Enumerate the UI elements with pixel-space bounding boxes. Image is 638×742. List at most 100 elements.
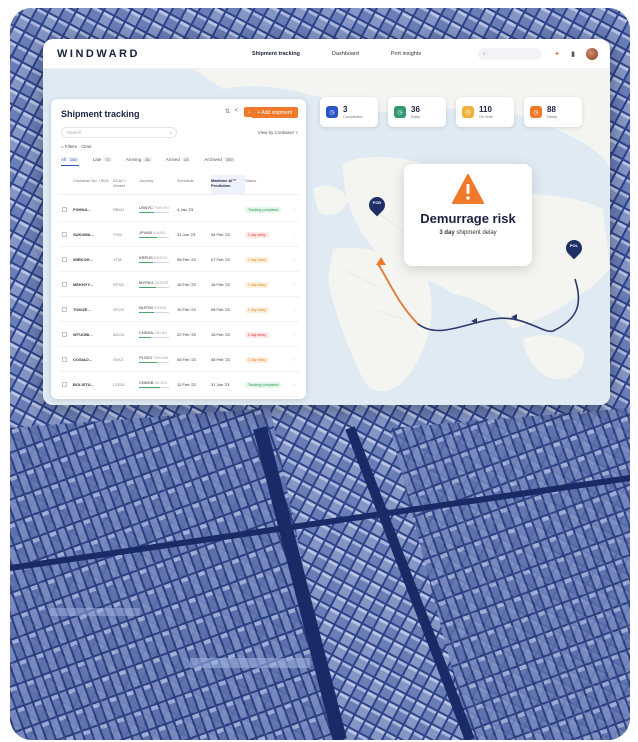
journey-progress-bar bbox=[139, 311, 169, 314]
schedule: 22 Feb '23 bbox=[177, 331, 196, 337]
table-row[interactable]: COSIAO... OOCI PLGDY DEHAM 05 Feb '23 08 Feb… bbox=[59, 347, 299, 372]
search-icon: ⌕ bbox=[169, 130, 172, 135]
chevron-right-icon[interactable]: › bbox=[294, 207, 295, 212]
container-number: BOLISTU... bbox=[73, 381, 94, 387]
status-badge: 1 day delay bbox=[245, 306, 269, 313]
table-row[interactable]: SUKUMA... YYM JPUKB AUMEL 31 Jan '23 04 Feb … bbox=[59, 222, 299, 247]
stat-delay[interactable]: ◷ 88 Delay bbox=[524, 97, 582, 127]
prediction: 07 Feb '23 bbox=[211, 256, 230, 262]
notification-icon[interactable]: ✦ bbox=[552, 49, 562, 59]
filter-settings-icon[interactable]: ⇅ bbox=[225, 108, 230, 115]
tab-late[interactable]: Late 71 bbox=[93, 157, 112, 166]
journey-progress-bar bbox=[139, 211, 169, 214]
scac: OOCI bbox=[113, 356, 124, 362]
row-checkbox[interactable] bbox=[62, 281, 67, 287]
windward-logo: WINDWARD bbox=[57, 47, 140, 60]
main-nav: Shipment tracking Dashboard Port insight… bbox=[252, 51, 421, 57]
tab-all[interactable]: All 160 bbox=[61, 157, 79, 166]
journey-progress-bar bbox=[139, 261, 169, 264]
row-checkbox[interactable] bbox=[62, 306, 67, 312]
journey-progress-bar bbox=[139, 361, 169, 364]
warning-icon bbox=[452, 174, 484, 204]
table-row[interactable]: MEKHYY... STSD MYPKG ZADUR 16 Feb '23 18 Feb… bbox=[59, 272, 299, 297]
clock-icon: ◷ bbox=[326, 106, 338, 118]
scac: ACCU bbox=[113, 331, 125, 337]
journey: JPUKB AUMEL bbox=[139, 230, 177, 239]
global-search-input[interactable]: ⌕ bbox=[478, 47, 542, 60]
add-shipment-button[interactable]: + Add shipment bbox=[251, 107, 298, 118]
prediction: 04 Feb '23 bbox=[211, 231, 230, 237]
chevron-right-icon[interactable]: › bbox=[294, 257, 295, 262]
chevron-right-icon[interactable]: › bbox=[294, 357, 295, 362]
table-row[interactable]: BOLISTU... COSU CNNGB AEJEA 12 Feb '23 31 Ja… bbox=[59, 372, 299, 397]
share-icon[interactable]: < bbox=[234, 108, 238, 114]
row-checkbox[interactable] bbox=[62, 256, 67, 262]
journey-progress-bar bbox=[139, 286, 169, 289]
chevron-right-icon[interactable]: › bbox=[294, 307, 295, 312]
scac: SEKU bbox=[113, 206, 124, 212]
journey-progress-bar bbox=[139, 236, 169, 239]
stat-on-time[interactable]: ◷ 110 On time bbox=[456, 97, 514, 127]
scac: STCG bbox=[113, 306, 125, 312]
app-window: WINDWARD Shipment tracking Dashboard Por… bbox=[43, 39, 610, 405]
tab-arrived[interactable]: Arrived 13 bbox=[166, 157, 191, 166]
container-number: FGHNA... bbox=[73, 206, 91, 212]
bookmark-icon[interactable]: ▮ bbox=[568, 49, 578, 59]
shipment-search-input[interactable]: Search ⌕ bbox=[61, 127, 177, 138]
demurrage-risk-card[interactable]: Demurrage risk 3 day shipment delay bbox=[404, 164, 532, 266]
container-number: MEKHYY... bbox=[73, 281, 94, 287]
row-checkbox[interactable] bbox=[62, 331, 67, 337]
tab-arriving[interactable]: Arriving 26 bbox=[126, 157, 152, 166]
pod-pin[interactable]: POD bbox=[365, 193, 389, 217]
journey-progress-bar bbox=[139, 336, 169, 339]
nav-dashboard[interactable]: Dashboard bbox=[332, 51, 359, 57]
nav-port-insights[interactable]: Port insights bbox=[391, 51, 421, 57]
status-badge: 1 day delay bbox=[245, 281, 269, 288]
container-number: SUKUMA... bbox=[73, 231, 94, 237]
panel-title: Shipment tracking bbox=[61, 109, 140, 119]
tab-archived[interactable]: Archived 200 bbox=[204, 157, 235, 166]
prediction: 08 Feb '23 bbox=[211, 356, 230, 362]
table-row[interactable]: FGHNA... SEKU USNYC TWKHH 4 Jan '23 Tracking… bbox=[59, 197, 299, 222]
clock-icon: ◷ bbox=[530, 106, 542, 118]
hero-image-frame: WINDWARD Shipment tracking Dashboard Por… bbox=[10, 8, 630, 740]
row-checkbox[interactable] bbox=[62, 231, 67, 237]
row-checkbox[interactable] bbox=[62, 381, 67, 387]
chevron-right-icon[interactable]: › bbox=[294, 332, 295, 337]
chevron-right-icon[interactable]: › bbox=[294, 232, 295, 237]
stat-early[interactable]: ◷ 36 Early bbox=[388, 97, 446, 127]
status-badge: Tracking completed bbox=[245, 381, 282, 388]
clock-icon: ◷ bbox=[394, 106, 406, 118]
journey: PLGDY DEHAM bbox=[139, 355, 177, 364]
row-checkbox[interactable] bbox=[62, 206, 67, 212]
schedule: 06 Feb '23 bbox=[177, 256, 196, 262]
stat-completed[interactable]: ◷ 3 Completed bbox=[320, 97, 378, 127]
status-tabs: All 160 Late 71 Arriving 26 Arrived 13 Archi… bbox=[61, 157, 235, 166]
pol-pin[interactable]: POL bbox=[562, 236, 586, 260]
status-badge: 2 day delay bbox=[245, 331, 269, 338]
schedule: 12 Feb '23 bbox=[177, 381, 196, 387]
schedule: 4 Jan '23 bbox=[177, 206, 194, 212]
schedule: 16 Feb '23 bbox=[177, 281, 196, 287]
container-number: COSIAO... bbox=[73, 356, 93, 362]
journey: CNSHA USLAX bbox=[139, 330, 177, 339]
chevron-right-icon[interactable]: › bbox=[294, 382, 295, 387]
prediction: 31 Jan '23 bbox=[211, 381, 230, 387]
scac: YYM bbox=[113, 231, 122, 237]
table-row[interactable]: WIEKOH... YTM KRPUS BRSSZ 06 Feb '23 07 Feb … bbox=[59, 247, 299, 272]
avatar[interactable] bbox=[586, 47, 598, 60]
prediction: 08 Feb '23 bbox=[211, 306, 230, 312]
table-row[interactable]: WTUOBI... ACCU CNSHA USLAX 22 Feb '23 18 Feb… bbox=[59, 322, 299, 347]
nav-shipment-tracking[interactable]: Shipment tracking bbox=[252, 51, 300, 57]
table-row[interactable]: TOKIZE... STCG NLRTM INNSA 10 Feb '23 08 Feb… bbox=[59, 297, 299, 322]
journey: USNYC TWKHH bbox=[139, 205, 177, 214]
shipment-panel: Shipment tracking ⇅ < ↓ + Add shipment S… bbox=[51, 99, 306, 399]
row-checkbox[interactable] bbox=[62, 356, 67, 362]
risk-subtitle: 3 day shipment delay bbox=[439, 230, 497, 236]
filters-button[interactable]: = Filters · Clear bbox=[61, 144, 92, 149]
container-number: WTUOBI... bbox=[73, 331, 93, 337]
view-by-select[interactable]: View by Container ˅ bbox=[258, 130, 298, 135]
status-badge: 1 day delay bbox=[245, 231, 269, 238]
journey-progress-bar bbox=[139, 386, 169, 389]
chevron-right-icon[interactable]: › bbox=[294, 282, 295, 287]
